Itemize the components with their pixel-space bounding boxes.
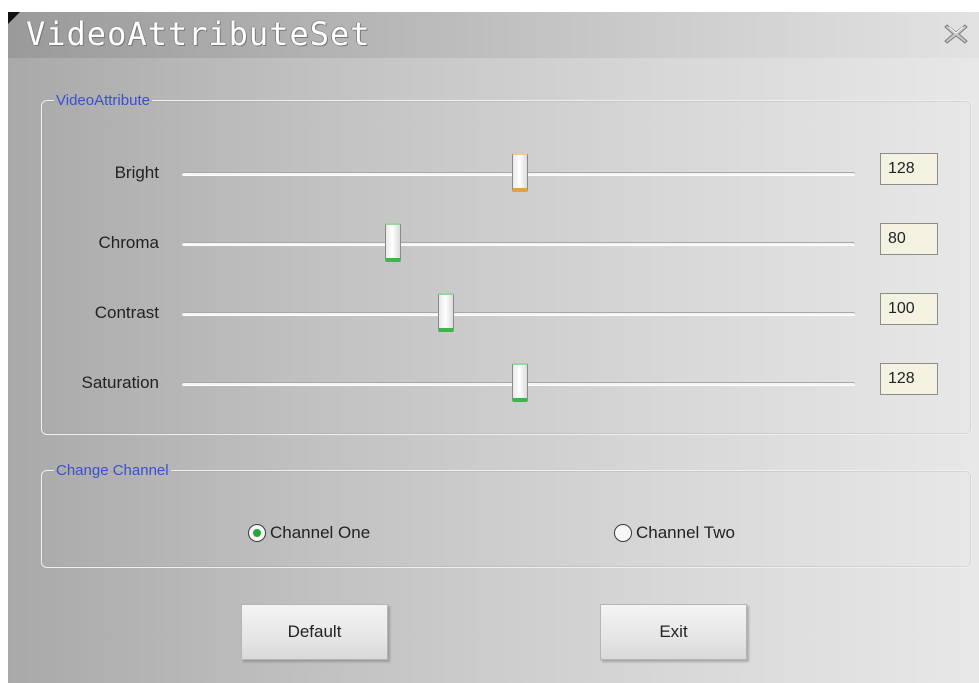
bright-label: Bright	[114, 163, 159, 182]
contrast-value-field[interactable]: 100	[880, 293, 938, 325]
bright-slider-thumb[interactable]	[511, 153, 528, 192]
contrast-label: Contrast	[94, 303, 159, 322]
change-channel-group: Change Channel Channel One Channel Two	[41, 462, 972, 568]
video-attribute-group: VideoAttribute Bright 128 Chroma 80 Cont…	[41, 92, 972, 435]
slider-row-saturation: Saturation 128	[42, 363, 971, 403]
slider-row-bright: Bright 128	[42, 153, 971, 193]
saturation-label: Saturation	[81, 373, 160, 392]
title-bar[interactable]: VideoAttributeSet	[8, 12, 979, 58]
saturation-slider[interactable]	[182, 363, 855, 402]
radio-selected-dot	[253, 529, 261, 537]
close-button[interactable]	[943, 22, 969, 46]
exit-button[interactable]: Exit	[600, 604, 747, 660]
bright-value-field[interactable]: 128	[880, 153, 938, 185]
saturation-value-field[interactable]: 128	[880, 363, 938, 395]
channel-one-label[interactable]: Channel One	[270, 523, 370, 543]
channel-one-radio-circle[interactable]	[248, 524, 266, 542]
channel-two-radio-circle[interactable]	[614, 524, 632, 542]
chroma-label: Chroma	[98, 233, 159, 252]
chroma-slider[interactable]	[182, 223, 855, 262]
window-corner	[8, 12, 20, 24]
slider-row-contrast: Contrast 100	[42, 293, 971, 333]
dialog-window: VideoAttributeSet VideoAttribute Bright …	[8, 12, 979, 683]
chroma-slider-thumb[interactable]	[385, 223, 402, 262]
channel-two-label[interactable]: Channel Two	[636, 523, 735, 543]
chroma-value-field[interactable]: 80	[880, 223, 938, 255]
video-attribute-legend: VideoAttribute	[56, 92, 150, 109]
saturation-slider-thumb[interactable]	[511, 363, 528, 402]
default-button[interactable]: Default	[241, 604, 388, 660]
close-icon	[944, 24, 968, 44]
change-channel-legend: Change Channel	[56, 462, 169, 479]
contrast-slider[interactable]	[182, 293, 855, 332]
bright-slider[interactable]	[182, 153, 855, 192]
contrast-slider-thumb[interactable]	[437, 293, 454, 332]
window-title: VideoAttributeSet	[26, 15, 371, 53]
slider-row-chroma: Chroma 80	[42, 223, 971, 263]
